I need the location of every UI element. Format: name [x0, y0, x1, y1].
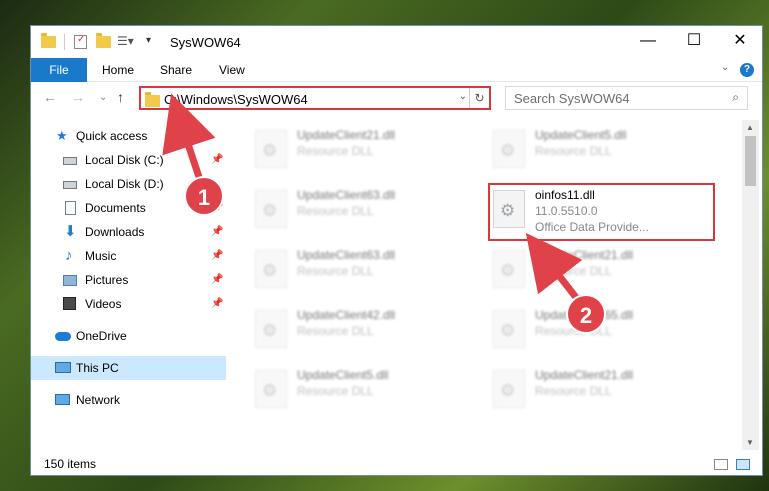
arrow-to-address-bar	[162, 93, 216, 182]
step-2-badge: 2	[566, 294, 606, 334]
annotation-arrows	[162, 93, 583, 303]
step-1-badge: 1	[184, 176, 224, 216]
arrow-to-file	[525, 232, 583, 303]
